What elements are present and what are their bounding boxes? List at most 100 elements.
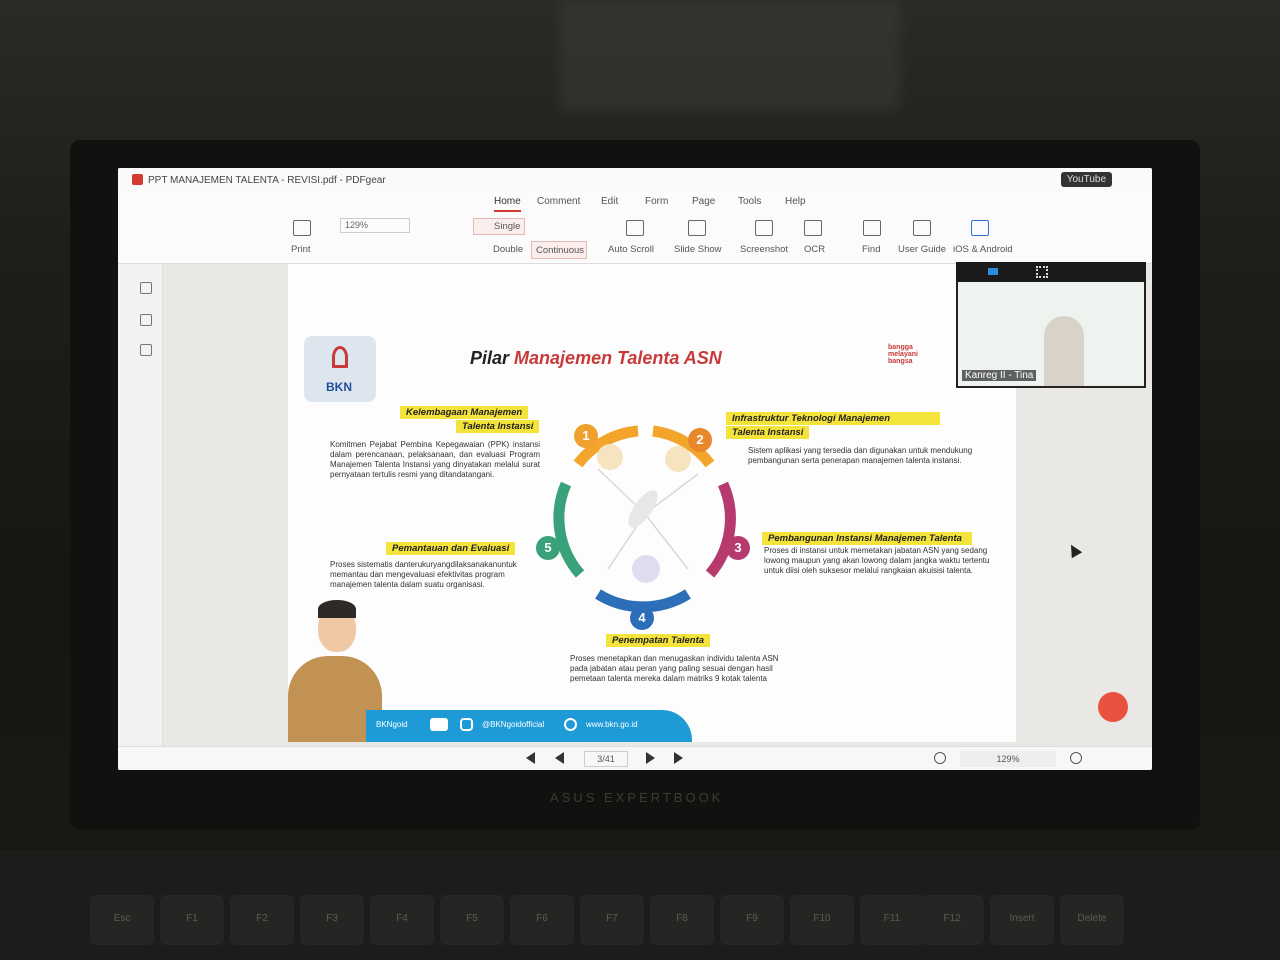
key-f9[interactable]: F9 xyxy=(720,895,784,945)
laptop-brand: ASUS EXPERTBOOK xyxy=(550,790,724,805)
first-page-icon[interactable] xyxy=(526,752,535,764)
pillar-1-title-line2: Talenta Instansi xyxy=(456,420,540,433)
video-call-window[interactable]: Kanreg II - Tina xyxy=(956,262,1146,388)
pdf-page: BKN Pilar Manajemen Talenta ASN bangga m… xyxy=(288,264,1016,742)
youtube-badge[interactable]: YouTube xyxy=(1060,172,1112,187)
globe-icon xyxy=(564,718,577,731)
app-store-icon xyxy=(971,220,989,236)
bookmark-icon[interactable] xyxy=(140,282,152,294)
pdfgear-logo-icon xyxy=(132,174,143,185)
key-f12[interactable]: F12 xyxy=(920,895,984,945)
laptop-screen: PPT MANAJEMEN TALENTA - REVISI.pdf - PDF… xyxy=(118,168,1152,770)
layout-icon[interactable] xyxy=(988,268,998,275)
ocr-icon xyxy=(804,220,822,236)
key-f3[interactable]: F3 xyxy=(300,895,364,945)
zoom-out-icon[interactable] xyxy=(934,752,946,764)
single-page-button[interactable]: Single xyxy=(473,218,525,235)
print-button[interactable]: Print xyxy=(291,244,311,255)
pillar-4-title: Penempatan Talenta xyxy=(606,634,711,647)
key-esc[interactable]: Esc xyxy=(90,895,154,945)
key-delete[interactable]: Delete xyxy=(1060,895,1124,945)
status-bar: 3/41 129% xyxy=(118,746,1152,770)
ocr-button[interactable]: OCR xyxy=(804,244,825,255)
pillar-1-text: Komitmen Pejabat Pembina Kepegawaian (PP… xyxy=(330,440,540,479)
slide-show-button[interactable]: Slide Show xyxy=(674,244,722,255)
key-f1[interactable]: F1 xyxy=(160,895,224,945)
tab-help[interactable]: Help xyxy=(785,196,806,207)
auto-scroll-button[interactable]: Auto Scroll xyxy=(608,244,654,255)
video-toolbar xyxy=(956,262,1146,282)
footer-website: www.bkn.go.id xyxy=(586,720,638,729)
page-number-input[interactable]: 3/41 xyxy=(584,751,628,767)
pillar-5-title: Pemantauan dan Evaluasi xyxy=(386,542,516,555)
bkn-emblem-icon xyxy=(332,346,348,368)
background-light xyxy=(560,0,900,110)
pillar-5-text: Proses sistematis danterukuryangdilaksan… xyxy=(330,560,517,589)
pillar-number-1: 1 xyxy=(574,424,598,448)
find-icon xyxy=(863,220,881,236)
tab-edit[interactable]: Edit xyxy=(601,196,618,207)
participant-name: Kanreg II - Tina xyxy=(962,370,1037,381)
key-f6[interactable]: F6 xyxy=(510,895,574,945)
last-page-icon[interactable] xyxy=(674,752,683,764)
video-feed: Kanreg II - Tina xyxy=(958,282,1144,386)
official-illustration xyxy=(288,600,382,742)
zoom-select[interactable]: 129% xyxy=(340,218,410,233)
social-footer: BKNgoid @BKNgoidofficial www.bkn.go.id xyxy=(366,710,692,742)
tab-form[interactable]: Form xyxy=(645,196,668,207)
auto-scroll-icon xyxy=(626,220,644,236)
pillar-number-3: 3 xyxy=(726,536,750,560)
tab-home[interactable]: Home xyxy=(494,196,521,212)
key-f8[interactable]: F8 xyxy=(650,895,714,945)
slide-title: Pilar Manajemen Talenta ASN xyxy=(470,348,722,368)
key-insert[interactable]: Insert xyxy=(990,895,1054,945)
tab-page[interactable]: Page xyxy=(692,196,715,207)
bangga-melayani-logo: bangga melayani bangsa xyxy=(888,344,918,365)
screenshot-button[interactable]: Screenshot xyxy=(740,244,788,255)
zoom-level-field[interactable]: 129% xyxy=(960,751,1056,767)
comment-icon[interactable] xyxy=(140,344,152,356)
key-f7[interactable]: F7 xyxy=(580,895,644,945)
left-sidebar xyxy=(118,264,163,770)
youtube-icon xyxy=(430,718,448,731)
key-f4[interactable]: F4 xyxy=(370,895,434,945)
tab-tools[interactable]: Tools xyxy=(738,196,761,207)
slide-show-icon xyxy=(688,220,706,236)
ribbon-toolbar: Home Comment Edit Form Page Tools Help 1… xyxy=(118,190,1152,264)
thumbnails-icon[interactable] xyxy=(140,314,152,326)
window-title: PPT MANAJEMEN TALENTA - REVISI.pdf - PDF… xyxy=(148,175,386,186)
pillar-2-title-line1: Infrastruktur Teknologi Manajemen xyxy=(726,412,940,425)
ios-android-button[interactable]: iOS & Android xyxy=(953,244,1013,255)
grid-icon[interactable] xyxy=(1036,266,1048,278)
pillar-number-4: 4 xyxy=(630,606,654,630)
next-page-icon[interactable] xyxy=(646,752,655,764)
assistant-robot-icon[interactable] xyxy=(1098,692,1128,722)
double-page-button[interactable]: Double xyxy=(478,244,523,255)
footer-handle-2: @BKNgoidofficial xyxy=(482,720,545,729)
pillar-3-title: Pembangunan Instansi Manajemen Talenta xyxy=(762,532,972,545)
pillar-4-text: Proses menetapkan dan menugaskan individ… xyxy=(570,654,779,683)
key-f11[interactable]: F11 xyxy=(860,895,924,945)
pillar-number-2: 2 xyxy=(688,428,712,452)
pillar-number-5: 5 xyxy=(536,536,560,560)
footer-handle-1: BKNgoid xyxy=(376,720,408,729)
previous-page-icon[interactable] xyxy=(555,752,564,764)
pillar-3-text: Proses di instansi untuk memetakan jabat… xyxy=(764,546,990,575)
title-bar: PPT MANAJEMEN TALENTA - REVISI.pdf - PDF… xyxy=(118,168,1152,190)
key-f5[interactable]: F5 xyxy=(440,895,504,945)
print-icon[interactable] xyxy=(293,220,311,236)
pillar-2-title-line2: Talenta Instansi xyxy=(726,426,810,439)
user-guide-icon xyxy=(913,220,931,236)
pillar-2-text: Sistem aplikasi yang tersedia dan diguna… xyxy=(748,446,973,465)
tab-comment[interactable]: Comment xyxy=(537,196,580,207)
bkn-logo: BKN xyxy=(304,336,376,402)
pillar-1-title-line1: Kelembagaan Manajemen xyxy=(400,406,529,419)
key-f2[interactable]: F2 xyxy=(230,895,294,945)
instagram-icon xyxy=(460,718,473,731)
scissors-icon xyxy=(755,220,773,236)
zoom-in-icon[interactable] xyxy=(1070,752,1082,764)
user-guide-button[interactable]: User Guide xyxy=(898,244,946,255)
find-button[interactable]: Find xyxy=(862,244,880,255)
continuous-button[interactable]: Continuous xyxy=(531,241,587,259)
key-f10[interactable]: F10 xyxy=(790,895,854,945)
